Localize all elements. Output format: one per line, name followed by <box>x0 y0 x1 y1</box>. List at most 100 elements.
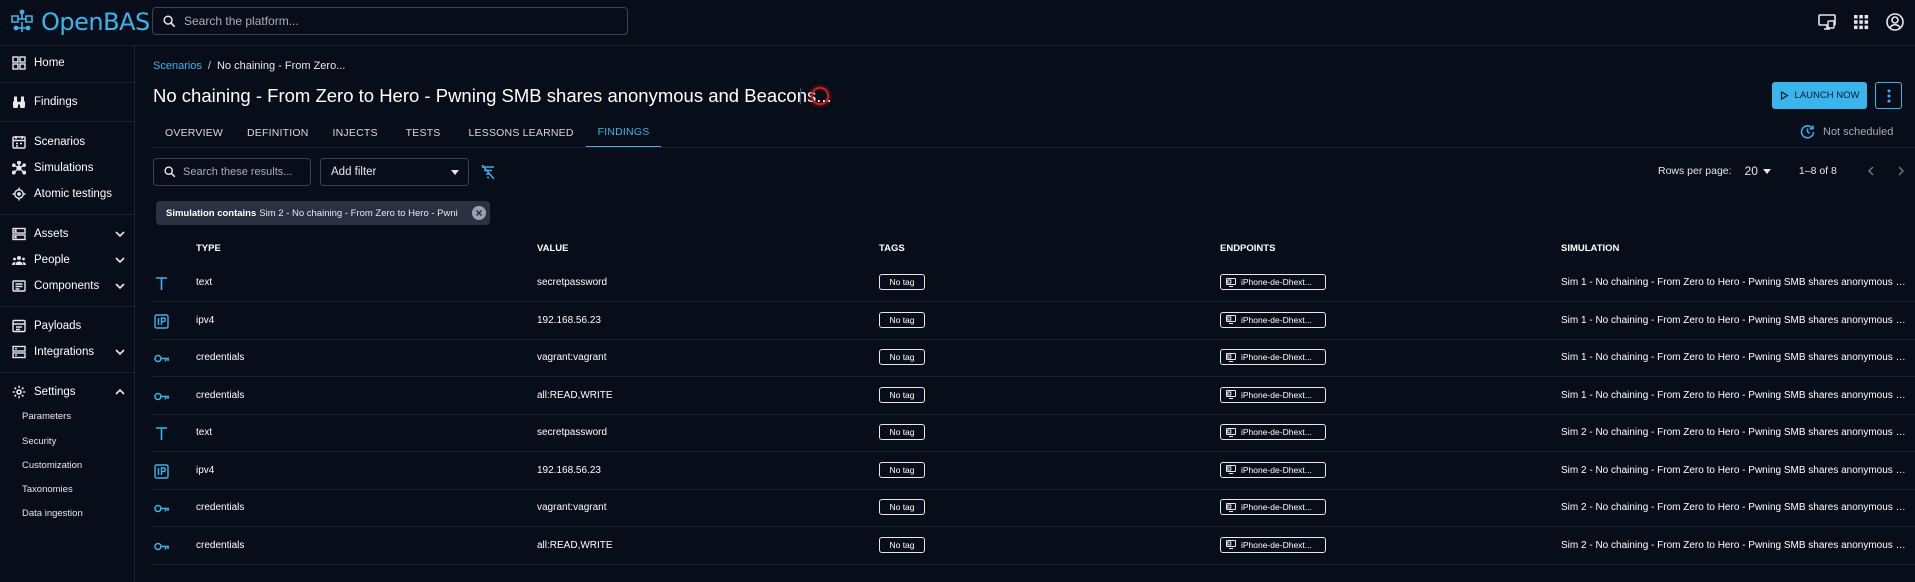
endpoint-chip[interactable]: iPhone-de-Dhext... <box>1220 536 1326 553</box>
tab-definition[interactable]: DEFINITION <box>235 118 321 148</box>
endpoint-label: iPhone-de-Dhext... <box>1241 277 1312 287</box>
remove-filter-icon[interactable] <box>472 206 486 220</box>
chevron-left-icon[interactable] <box>1865 165 1877 177</box>
rows-per-page-label: Rows per page: <box>1658 165 1732 177</box>
sidebar-subitem-security[interactable]: Security <box>22 436 56 447</box>
apps-grid-icon[interactable] <box>1851 12 1871 32</box>
column-header-tags[interactable]: TAGS <box>879 243 905 254</box>
simulation-name[interactable]: Sim 2 - No chaining - From Zero to Hero … <box>1561 427 1907 438</box>
sidebar-subitem-customization[interactable]: Customization <box>22 460 82 471</box>
results-search[interactable] <box>153 158 311 186</box>
breadcrumb: Scenarios / No chaining - From Zero... <box>153 60 345 72</box>
endpoint-label: iPhone-de-Dhext... <box>1241 352 1312 362</box>
tag-chip: No tag <box>879 274 925 290</box>
table-row[interactable]: credentials all:READ,WRITE No tag iPhone… <box>153 378 1915 415</box>
account-icon[interactable] <box>1885 12 1905 32</box>
schedule-status[interactable]: Not scheduled <box>1800 124 1893 139</box>
table-row[interactable]: ipv4 192.168.56.23 No tag iPhone-de-Dhex… <box>153 303 1915 340</box>
endpoint-icon <box>1226 465 1236 474</box>
finding-type: ipv4 <box>196 464 215 476</box>
sidebar-item-simulations[interactable]: Simulations <box>0 155 134 181</box>
rows-per-page-select[interactable]: 20 <box>1745 164 1771 178</box>
column-header-value[interactable]: VALUE <box>537 243 569 254</box>
table-row[interactable]: text secretpassword No tag iPhone-de-Dhe… <box>153 265 1915 302</box>
gear-icon <box>12 385 26 399</box>
sidebar-item-label: People <box>34 254 70 266</box>
clear-filters-icon[interactable] <box>480 164 496 180</box>
tab-tests[interactable]: TESTS <box>390 118 457 148</box>
calendar-icon <box>12 136 26 149</box>
tab-findings[interactable]: FINDINGS <box>585 118 662 148</box>
divider <box>0 214 134 215</box>
simulation-name[interactable]: Sim 1 - No chaining - From Zero to Hero … <box>1561 315 1907 326</box>
sidebar-item-payloads[interactable]: Payloads <box>0 313 134 339</box>
sidebar-item-scenarios[interactable]: Scenarios <box>0 129 134 155</box>
simulation-name[interactable]: Sim 1 - No chaining - From Zero to Hero … <box>1561 277 1907 288</box>
chevron-down-icon <box>115 283 125 290</box>
sidebar-subitem-taxonomies[interactable]: Taxonomies <box>22 484 73 495</box>
group-icon <box>12 256 26 265</box>
launch-now-label: LAUNCH NOW <box>1794 90 1860 101</box>
target-icon <box>12 187 26 201</box>
endpoint-chip[interactable]: iPhone-de-Dhext... <box>1220 499 1326 515</box>
sidebar-item-components[interactable]: Components <box>0 273 134 299</box>
finding-value: secretpassword <box>537 427 608 438</box>
sidebar-item-settings[interactable]: Settings <box>0 379 134 405</box>
sidebar-subitem-parameters[interactable]: Parameters <box>22 411 71 422</box>
results-search-input[interactable] <box>183 166 308 178</box>
tab-overview[interactable]: OVERVIEW <box>153 118 235 148</box>
simulation-name[interactable]: Sim 2 - No chaining - From Zero to Hero … <box>1561 540 1907 551</box>
tag-chip: No tag <box>879 311 925 328</box>
endpoint-chip[interactable]: iPhone-de-Dhext... <box>1220 424 1326 440</box>
simulation-name[interactable]: Sim 2 - No chaining - From Zero to Hero … <box>1561 502 1907 513</box>
page-title: No chaining - From Zero to Hero - Pwning… <box>153 85 832 106</box>
endpoint-chip[interactable]: iPhone-de-Dhext... <box>1220 386 1326 403</box>
tab-injects[interactable]: INJECTS <box>321 118 390 148</box>
finding-type: text <box>196 277 213 288</box>
simulation-name[interactable]: Sim 1 - No chaining - From Zero to Hero … <box>1561 390 1907 401</box>
table-row[interactable]: credentials vagrant:vagrant No tag iPhon… <box>153 490 1915 527</box>
sidebar-item-people[interactable]: People <box>0 247 134 273</box>
table-row[interactable]: credentials all:READ,WRITE No tag iPhone… <box>153 528 1915 565</box>
endpoint-chip[interactable]: iPhone-de-Dhext... <box>1220 461 1326 478</box>
sidebar-item-assets[interactable]: Assets <box>0 221 134 247</box>
chevron-right-icon[interactable] <box>1895 165 1907 177</box>
global-search-input[interactable] <box>184 14 604 28</box>
breadcrumb-scenarios-link[interactable]: Scenarios <box>153 60 202 72</box>
breadcrumb-separator: / <box>207 60 211 72</box>
divider <box>0 82 134 83</box>
simulation-name[interactable]: Sim 1 - No chaining - From Zero to Hero … <box>1561 352 1907 363</box>
endpoint-chip[interactable]: iPhone-de-Dhext... <box>1220 274 1326 290</box>
monitor-icon[interactable] <box>1817 12 1837 32</box>
table-header: TYPE VALUE TAGS ENDPOINTS SIMULATION <box>153 243 1915 257</box>
column-header-type[interactable]: TYPE <box>196 243 221 254</box>
openbas-logo[interactable]: OpenBAS <box>8 8 150 36</box>
key-icon <box>153 500 170 517</box>
column-header-endpoints[interactable]: ENDPOINTS <box>1220 243 1275 254</box>
column-header-simulation[interactable]: SIMULATION <box>1561 243 1619 254</box>
sidebar-item-integrations[interactable]: Integrations <box>0 339 134 365</box>
tabs: OVERVIEW DEFINITION INJECTS TESTS LESSON… <box>153 118 662 148</box>
active-filter-chip[interactable]: Simulation contains Sim 2 - No chaining … <box>156 201 490 225</box>
tab-lessons-learned[interactable]: LESSONS LEARNED <box>457 118 586 148</box>
more-vert-icon <box>1887 89 1890 102</box>
sidebar-subitem-data-ingestion[interactable]: Data ingestion <box>22 508 83 519</box>
global-search[interactable] <box>152 7 628 35</box>
endpoint-label: iPhone-de-Dhext... <box>1241 539 1312 550</box>
sidebar-item-atomic-testings[interactable]: Atomic testings <box>0 181 134 207</box>
sidebar-item-findings[interactable]: Findings <box>0 89 134 115</box>
integrations-icon <box>12 345 26 359</box>
table-row[interactable]: ipv4 192.168.56.23 No tag iPhone-de-Dhex… <box>153 453 1915 490</box>
add-filter-select[interactable]: Add filter <box>320 158 469 186</box>
table-row[interactable]: credentials vagrant:vagrant No tag iPhon… <box>153 340 1915 377</box>
launch-now-button[interactable]: LAUNCH NOW <box>1772 82 1867 109</box>
finding-type: ipv4 <box>196 314 215 326</box>
simulation-name[interactable]: Sim 2 - No chaining - From Zero to Hero … <box>1561 465 1907 476</box>
key-icon <box>153 350 170 367</box>
endpoint-chip[interactable]: iPhone-de-Dhext... <box>1220 349 1326 365</box>
endpoint-chip[interactable]: iPhone-de-Dhext... <box>1220 311 1326 328</box>
sidebar-item-label: Components <box>34 280 100 292</box>
table-row[interactable]: text secretpassword No tag iPhone-de-Dhe… <box>153 415 1915 452</box>
more-actions-button[interactable] <box>1875 82 1902 109</box>
sidebar-item-home[interactable]: Home <box>0 50 134 76</box>
